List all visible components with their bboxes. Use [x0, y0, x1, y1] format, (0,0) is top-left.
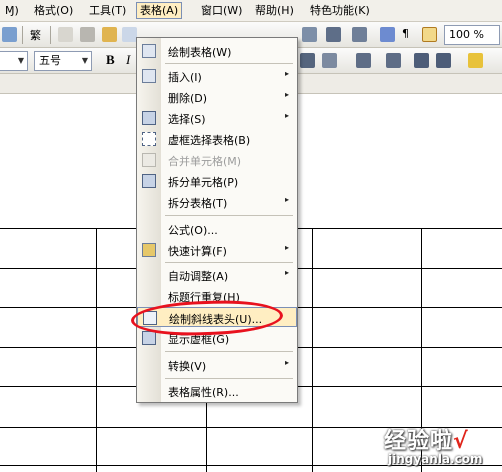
menu-item-repeat-header[interactable]: 标题行重复(H) — [137, 286, 297, 306]
toolbar-separator — [50, 26, 51, 44]
italic-button[interactable]: I — [126, 52, 130, 68]
align-justify-icon[interactable] — [300, 53, 315, 68]
menu-separator — [165, 262, 293, 263]
menu-item-draw-diagonal-header[interactable]: 绘制斜线表头(U)... — [137, 307, 297, 327]
table-menu-dropdown: 绘制表格(W) 插入(I) ▸ 删除(D) ▸ 选择(S) ▸ 虚框选择表格(B… — [136, 37, 298, 403]
menu-format[interactable]: 格式(O) — [31, 2, 76, 19]
drawing-icon[interactable] — [380, 27, 395, 42]
select-table-icon — [142, 111, 156, 125]
bold-button[interactable]: B — [106, 52, 115, 68]
chevron-down-icon: ▼ — [81, 56, 89, 65]
menu-tools[interactable]: 工具(T) — [86, 2, 129, 19]
menu-item-table-properties[interactable]: 表格属性(R)... — [137, 381, 297, 401]
increase-indent-icon[interactable] — [436, 53, 451, 68]
menu-item-insert[interactable]: 插入(I) ▸ — [137, 66, 297, 86]
decrease-indent-icon[interactable] — [414, 53, 429, 68]
menu-item-merge-cells: 合并单元格(M) — [137, 150, 297, 170]
menu-item-formula[interactable]: 公式(O)... — [137, 219, 297, 239]
chart-icon[interactable] — [352, 27, 367, 42]
watermark-logo: 经验啦√ — [384, 423, 469, 455]
toolbar-separator — [22, 26, 23, 44]
quick-calc-icon — [142, 243, 156, 257]
menu-item-convert[interactable]: 转换(V) ▸ — [137, 355, 297, 375]
menu-separator — [165, 378, 293, 379]
watermark-url: jingyanla.com — [388, 452, 483, 466]
menu-item-draw-table[interactable]: 绘制表格(W) — [137, 41, 297, 61]
submenu-arrow-icon: ▸ — [284, 90, 289, 99]
zoom-value: 100 % — [449, 28, 484, 41]
columns-icon[interactable] — [302, 27, 317, 42]
copy-icon[interactable] — [58, 27, 73, 42]
document-map-icon[interactable] — [422, 27, 437, 42]
menu-item-auto-fit[interactable]: 自动调整(A) ▸ — [137, 265, 297, 285]
submenu-arrow-icon: ▸ — [284, 195, 289, 204]
traditional-chinese-button[interactable]: 繁 — [30, 27, 41, 43]
checkmark-icon: √ — [453, 429, 469, 454]
zoom-combo[interactable]: 100 % — [444, 25, 500, 45]
highlight-pen-icon[interactable] — [468, 53, 483, 68]
bullets-icon[interactable] — [386, 53, 401, 68]
insert-table-icon — [142, 69, 156, 83]
menu-separator — [165, 351, 293, 352]
table-line — [96, 228, 97, 472]
chevron-down-icon: ▼ — [17, 56, 25, 65]
submenu-arrow-icon: ▸ — [284, 69, 289, 78]
submenu-arrow-icon: ▸ — [284, 243, 289, 252]
show-marks-icon[interactable]: ¶ — [402, 27, 409, 40]
merge-cells-icon — [142, 153, 156, 167]
menu-item-show-gridlines[interactable]: 显示虚框(G) — [137, 328, 297, 348]
column-layout-icon[interactable] — [326, 27, 341, 42]
pencil-table-icon — [142, 44, 156, 58]
numbering-icon[interactable] — [356, 53, 371, 68]
diagonal-header-icon — [143, 311, 157, 325]
split-cells-icon — [142, 174, 156, 188]
menu-item-delete[interactable]: 删除(D) ▸ — [137, 87, 297, 107]
menu-item-select[interactable]: 选择(S) ▸ — [137, 108, 297, 128]
font-size-combo[interactable]: 五号 ▼ — [34, 51, 92, 71]
font-name-combo[interactable]: ▼ — [0, 51, 28, 71]
show-gridlines-icon — [142, 331, 156, 345]
cut-icon[interactable] — [80, 27, 95, 42]
menu-special-features[interactable]: 特色功能(K) — [307, 2, 373, 19]
format-painter-icon[interactable] — [122, 27, 137, 42]
dashed-select-icon — [142, 132, 156, 146]
menu-item-split-table[interactable]: 拆分表格(T) ▸ — [137, 192, 297, 212]
menu-item-split-cells[interactable]: 拆分单元格(P) — [137, 171, 297, 191]
line-spacing-icon[interactable] — [322, 53, 337, 68]
paste-icon[interactable] — [102, 27, 117, 42]
menu-separator — [165, 215, 293, 216]
menu-table[interactable]: 表格(A) — [136, 2, 183, 19]
submenu-arrow-icon: ▸ — [284, 111, 289, 120]
menu-item-quick-calc[interactable]: 快速计算(F) ▸ — [137, 240, 297, 260]
menu-item-dashed-select-table[interactable]: 虚框选择表格(B) — [137, 129, 297, 149]
table-line — [312, 228, 313, 472]
menu-separator — [165, 63, 293, 64]
menu-insert[interactable]: Ɱ) — [2, 2, 22, 19]
submenu-arrow-icon: ▸ — [284, 268, 289, 277]
menu-bar: Ɱ) 格式(O) 工具(T) 表格(A) 窗口(W) 帮助(H) 特色功能(K) — [0, 0, 502, 22]
layout-icon[interactable] — [2, 27, 17, 42]
font-size-value: 五号 — [39, 54, 61, 67]
submenu-arrow-icon: ▸ — [284, 358, 289, 367]
menu-window[interactable]: 窗口(W) — [198, 2, 245, 19]
menu-help[interactable]: 帮助(H) — [252, 2, 297, 19]
watermark-text: 经验啦 — [384, 429, 454, 454]
